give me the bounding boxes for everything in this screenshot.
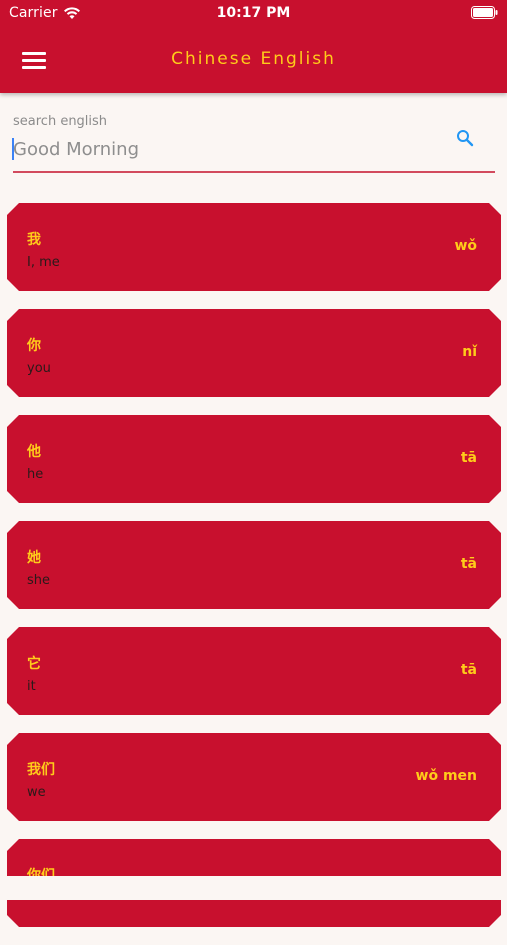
bottom-edge	[0, 876, 507, 900]
status-bar: Carrier 10:17 PM	[0, 0, 507, 28]
word-english: we	[27, 785, 46, 800]
word-pinyin: tā	[460, 662, 477, 678]
word-list: 我 I, me wǒ 你 you nǐ 他 he tā 她 she tā 它 i…	[7, 203, 501, 945]
app-title: Chinese English	[171, 49, 336, 69]
word-pinyin: wǒ	[454, 238, 477, 254]
word-pinyin: nǐ	[462, 344, 477, 360]
word-card[interactable]: 她 she tā	[7, 521, 501, 609]
word-card[interactable]: 他 he tā	[7, 415, 501, 503]
app-header: Carrier 10:17 PM Chinese English	[0, 0, 507, 93]
word-card[interactable]: 我 I, me wǒ	[7, 203, 501, 291]
word-chinese: 我	[27, 232, 41, 248]
word-english: he	[27, 467, 44, 482]
search-underline	[13, 171, 495, 173]
search-icon[interactable]	[456, 129, 474, 147]
word-pinyin: tā	[460, 450, 477, 466]
word-pinyin: tā	[460, 556, 477, 572]
word-chinese: 他	[27, 444, 41, 460]
word-chinese: 我们	[27, 762, 55, 778]
search-section: search english	[12, 112, 495, 174]
word-card[interactable]: 它 it tā	[7, 627, 501, 715]
word-english: I, me	[27, 255, 60, 270]
word-english: she	[27, 573, 51, 588]
word-pinyin: wǒ men	[415, 768, 477, 784]
word-card[interactable]: 我们 we wǒ men	[7, 733, 501, 821]
word-chinese: 你	[27, 338, 41, 354]
word-chinese: 它	[27, 656, 41, 672]
word-chinese: 她	[27, 550, 41, 566]
status-time: 10:17 PM	[216, 5, 291, 21]
battery-icon	[471, 6, 498, 19]
search-input[interactable]	[13, 136, 443, 162]
word-card[interactable]: 你 you nǐ	[7, 309, 501, 397]
search-label: search english	[13, 114, 108, 129]
word-english: it	[27, 679, 36, 694]
word-english: you	[27, 361, 51, 376]
